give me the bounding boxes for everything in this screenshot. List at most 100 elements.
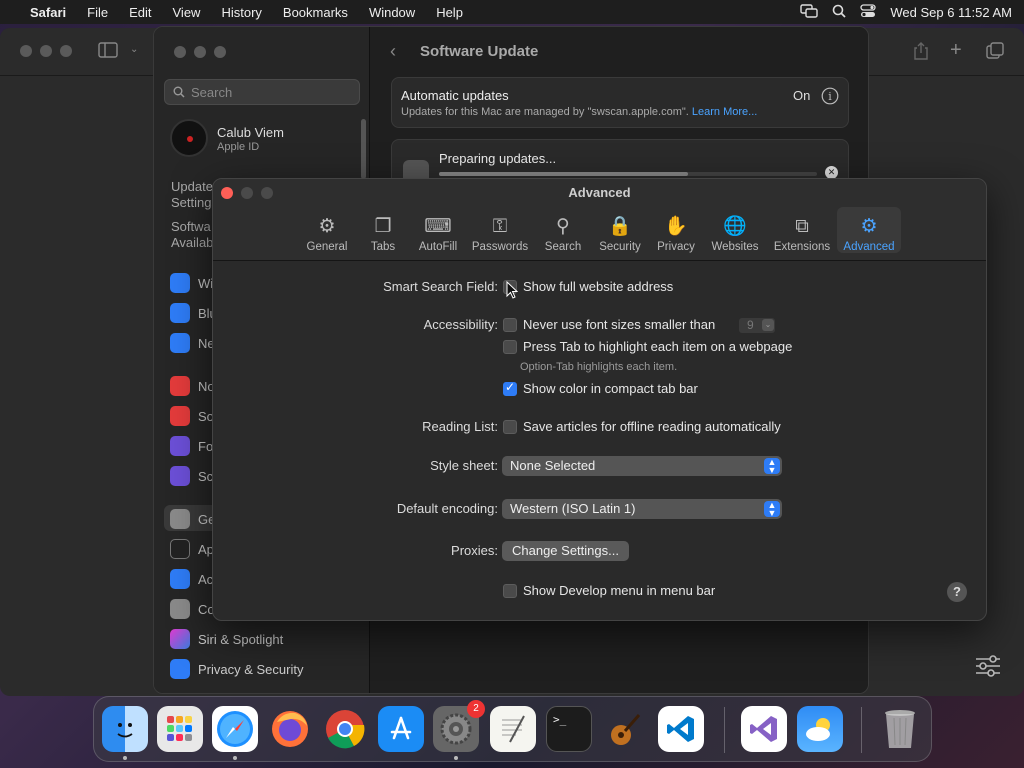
automatic-updates-card: Automatic updates Updates for this Mac a… bbox=[391, 77, 849, 128]
menu-history[interactable]: History bbox=[221, 5, 261, 20]
menu-file[interactable]: File bbox=[87, 5, 108, 20]
system-settings-gear-icon[interactable]: 2 bbox=[433, 700, 485, 752]
tab-search[interactable]: ⚲ Search bbox=[541, 207, 585, 253]
press-tab-checkbox[interactable] bbox=[503, 340, 517, 354]
tab-extensions[interactable]: ⧉ Extensions bbox=[771, 207, 833, 253]
font-size-select[interactable]: 9 ⌄ bbox=[739, 318, 775, 333]
settings-close-button[interactable] bbox=[174, 46, 186, 58]
update-notice[interactable]: Update Settings bbox=[171, 179, 218, 211]
tab-advanced[interactable]: ⚙ Advanced bbox=[837, 207, 901, 253]
dock-separator bbox=[724, 707, 725, 753]
menu-view[interactable]: View bbox=[173, 5, 201, 20]
share-icon[interactable] bbox=[912, 41, 930, 64]
auto-updates-title: Automatic updates bbox=[401, 88, 509, 103]
menu-window[interactable]: Window bbox=[369, 5, 415, 20]
launchpad-icon[interactable] bbox=[157, 706, 203, 752]
safari-minimize-button[interactable] bbox=[40, 45, 52, 57]
settings-zoom-button[interactable] bbox=[214, 46, 226, 58]
never-font-sizes-label[interactable]: Never use font sizes smaller than bbox=[523, 317, 715, 332]
tab-general[interactable]: ⚙ General bbox=[301, 207, 353, 253]
auto-updates-state: On bbox=[793, 88, 811, 103]
vscode-icon[interactable] bbox=[658, 706, 704, 752]
sidebar-item-accessibility[interactable]: Ac bbox=[170, 567, 213, 591]
save-articles-checkbox[interactable] bbox=[503, 420, 517, 434]
info-icon[interactable]: i bbox=[821, 87, 839, 108]
visual-studio-icon[interactable] bbox=[741, 706, 787, 752]
show-develop-checkbox[interactable] bbox=[503, 584, 517, 598]
tab-tabs[interactable]: ❐ Tabs bbox=[363, 207, 403, 253]
sidebar-item-appearance[interactable]: Ap bbox=[170, 537, 214, 561]
show-color-compact-checkbox[interactable] bbox=[503, 380, 517, 396]
terminal-icon[interactable]: >_ bbox=[546, 706, 592, 752]
press-tab-label[interactable]: Press Tab to highlight each item on a we… bbox=[523, 339, 792, 354]
tab-privacy[interactable]: ✋ Privacy bbox=[653, 207, 699, 253]
spotlight-search-icon[interactable] bbox=[832, 4, 846, 21]
safari-close-button[interactable] bbox=[20, 45, 32, 57]
finder-icon[interactable] bbox=[102, 706, 148, 752]
tab-overview-icon[interactable] bbox=[986, 42, 1004, 63]
autofill-icon: ⌨ bbox=[424, 216, 452, 237]
sidebar-item-sound[interactable]: So bbox=[170, 404, 214, 428]
show-color-compact-label[interactable]: Show color in compact tab bar bbox=[523, 381, 698, 396]
sidebar-toggle-icon[interactable] bbox=[98, 42, 118, 61]
style-sheet-select[interactable]: None Selected ▲ ▼ bbox=[502, 456, 782, 476]
menu-clock[interactable]: Wed Sep 6 11:52 AM bbox=[890, 5, 1012, 20]
show-develop-label[interactable]: Show Develop menu in menu bar bbox=[523, 583, 715, 598]
new-tab-plus-icon[interactable]: + bbox=[950, 39, 962, 62]
mouse-cursor-icon bbox=[506, 280, 519, 302]
textedit-icon[interactable] bbox=[490, 706, 536, 752]
help-button[interactable]: ? bbox=[947, 582, 967, 602]
safari-zoom-button[interactable] bbox=[60, 45, 72, 57]
sidebar-item-wifi[interactable]: Wi bbox=[170, 271, 213, 295]
menu-bookmarks[interactable]: Bookmarks bbox=[283, 5, 348, 20]
screen-mirroring-icon[interactable] bbox=[800, 3, 819, 21]
avatar[interactable] bbox=[170, 119, 208, 157]
chevron-down-icon[interactable]: ⌄ bbox=[130, 44, 138, 55]
sidebar-item-screen-time[interactable]: Sc bbox=[170, 464, 213, 488]
encoding-select[interactable]: Western (ISO Latin 1) ▲ ▼ bbox=[502, 499, 782, 519]
sidebar-item-network[interactable]: Ne bbox=[170, 331, 215, 355]
proxies-label: Proxies: bbox=[451, 543, 498, 558]
sidebar-item-control-center[interactable]: Co bbox=[170, 597, 215, 621]
software-available-notice[interactable]: Softwa Availab bbox=[171, 219, 213, 251]
sidebar-scrollbar[interactable] bbox=[361, 119, 366, 179]
gear-icon: ⚙ bbox=[318, 216, 336, 237]
save-articles-label[interactable]: Save articles for offline reading automa… bbox=[523, 419, 781, 434]
app-store-icon[interactable] bbox=[378, 706, 424, 752]
tab-autofill[interactable]: ⌨ AutoFill bbox=[413, 207, 463, 253]
trash-icon[interactable] bbox=[877, 706, 923, 752]
menu-edit[interactable]: Edit bbox=[129, 5, 151, 20]
learn-more-link[interactable]: Learn More... bbox=[692, 106, 757, 118]
privacy-hand-icon bbox=[170, 659, 190, 679]
sidebar-item-bluetooth[interactable]: Blu bbox=[170, 301, 217, 325]
chrome-icon[interactable] bbox=[322, 706, 368, 752]
sidebar-item-general[interactable]: Ge bbox=[170, 507, 215, 531]
encoding-value: Western (ISO Latin 1) bbox=[510, 501, 636, 516]
firefox-icon[interactable] bbox=[267, 706, 313, 752]
reading-list-label: Reading List: bbox=[422, 419, 498, 434]
garageband-guitar-icon[interactable] bbox=[602, 706, 648, 752]
change-settings-button[interactable]: Change Settings... bbox=[502, 541, 629, 561]
settings-sliders-icon[interactable] bbox=[975, 654, 1001, 681]
never-font-sizes-checkbox[interactable] bbox=[503, 318, 517, 332]
account-name[interactable]: Calub Viem bbox=[217, 125, 284, 140]
sidebar-item-siri-spotlight[interactable]: Siri & Spotlight bbox=[170, 627, 283, 651]
settings-minimize-button[interactable] bbox=[194, 46, 206, 58]
back-chevron-icon[interactable]: ‹ bbox=[390, 41, 396, 62]
safari-compass-icon[interactable] bbox=[212, 706, 258, 752]
search-icon bbox=[173, 86, 185, 98]
sidebar-item-focus[interactable]: Fo bbox=[170, 434, 213, 458]
menu-app-name[interactable]: Safari bbox=[30, 5, 66, 20]
tab-passwords[interactable]: ⚿ Passwords bbox=[469, 207, 531, 253]
window-title: Advanced bbox=[568, 185, 631, 200]
settings-search-input[interactable]: Search bbox=[164, 79, 360, 105]
control-center-icon[interactable] bbox=[860, 3, 876, 21]
menu-help[interactable]: Help bbox=[436, 5, 463, 20]
sidebar-item-notifications[interactable]: No bbox=[170, 374, 215, 398]
weather-icon[interactable] bbox=[797, 706, 843, 752]
network-globe-icon bbox=[170, 333, 190, 353]
tab-websites[interactable]: 🌐 Websites bbox=[709, 207, 761, 253]
tab-security[interactable]: 🔒 Security bbox=[595, 207, 645, 253]
sidebar-item-privacy-security[interactable]: Privacy & Security bbox=[170, 657, 303, 681]
show-full-address-label[interactable]: Show full website address bbox=[523, 279, 673, 294]
